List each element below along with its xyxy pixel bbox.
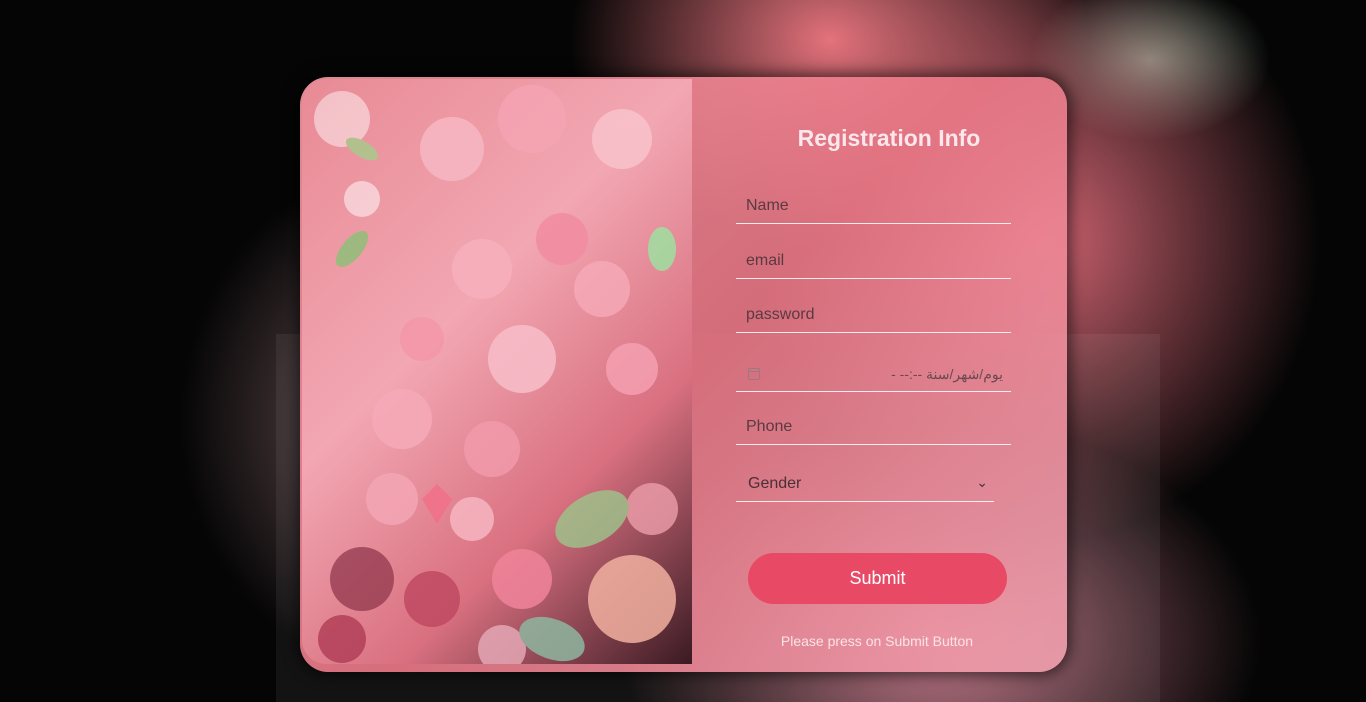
calendar-icon[interactable] [748, 368, 760, 380]
name-input[interactable] [744, 196, 1008, 216]
datetime-placeholder: يوم/شهر/سنة --:-- - [891, 366, 1003, 382]
password-input[interactable] [744, 305, 1008, 325]
submit-hint: Please press on Submit Button [780, 633, 974, 649]
email-input[interactable] [744, 251, 1008, 271]
name-field-wrapper [736, 189, 1011, 224]
phone-field-wrapper [736, 410, 1011, 445]
gender-selected-value: Gender [748, 475, 802, 492]
phone-input[interactable] [744, 417, 1008, 437]
datetime-input[interactable]: يوم/شهر/سنة --:-- - [736, 357, 1011, 392]
chevron-down-icon: ⌄ [976, 474, 988, 490]
registration-form: Registration Info يوم/شهر/سنة --:-- - Ge… [730, 77, 1050, 672]
password-field-wrapper [736, 298, 1011, 333]
form-title: Registration Info [797, 125, 981, 151]
floral-illustration [314, 85, 678, 664]
email-field-wrapper [736, 244, 1011, 279]
floral-artwork [302, 79, 692, 664]
registration-card: Registration Info يوم/شهر/سنة --:-- - Ge… [300, 77, 1067, 672]
gender-select[interactable]: Gender ⌄ [736, 467, 994, 502]
submit-button[interactable]: Submit [748, 553, 1007, 604]
